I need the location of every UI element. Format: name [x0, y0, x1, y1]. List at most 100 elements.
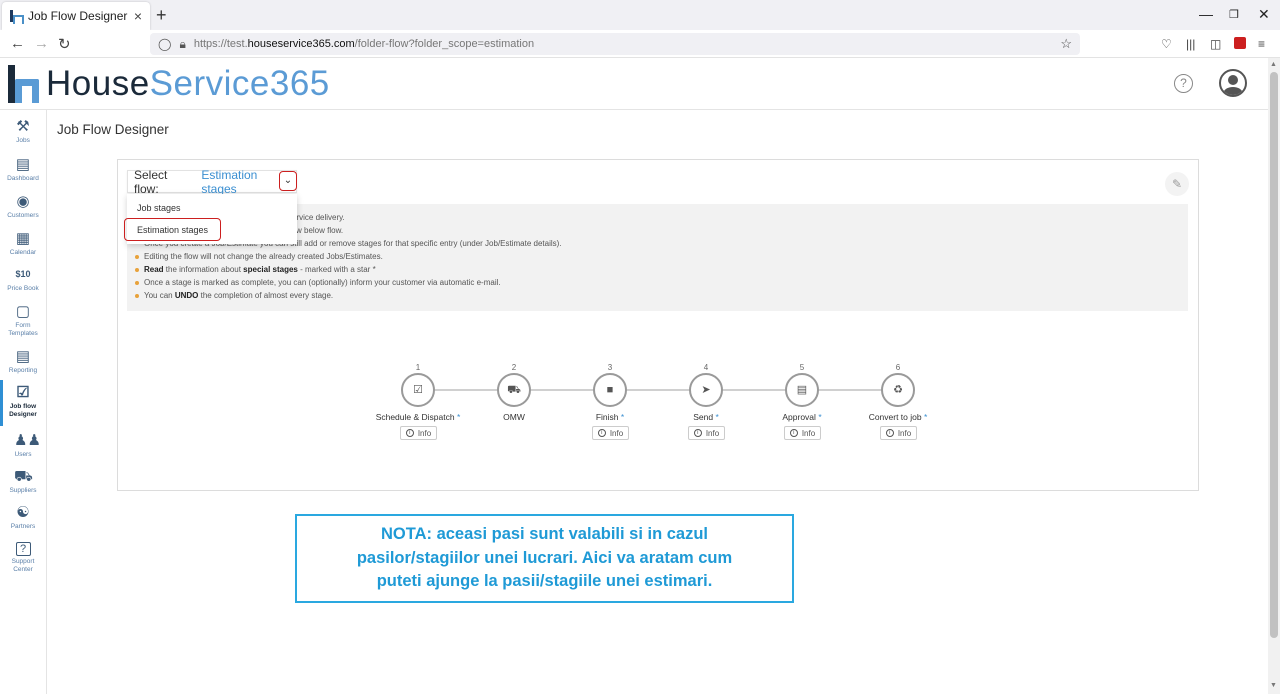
- back-icon[interactable]: ←: [10, 35, 25, 52]
- url-prefix: https://test.: [193, 38, 248, 50]
- logo[interactable]: HouseService365: [8, 64, 330, 104]
- stage-number: 4: [703, 363, 709, 372]
- browser-tab[interactable]: Job Flow Designer ×: [2, 2, 150, 30]
- users-icon: ♟♟: [14, 432, 41, 449]
- page-scrollbar[interactable]: ▲ ▼: [1268, 58, 1280, 694]
- user-avatar-icon[interactable]: [1219, 69, 1247, 97]
- bullet: [135, 255, 139, 259]
- stage-number: 5: [799, 363, 805, 372]
- chevron-down-icon[interactable]: ⌄: [279, 171, 297, 191]
- scroll-down-icon[interactable]: ▼: [1270, 682, 1277, 689]
- stage-info-button[interactable]: i Info: [592, 426, 629, 440]
- partners-icon: ☯: [16, 504, 30, 521]
- dropdown-option-job-stages[interactable]: Job stages: [137, 203, 181, 213]
- stage-info-button[interactable]: i Info: [880, 426, 917, 440]
- bar-chart-icon: ▤: [15, 156, 31, 173]
- bookmark-star-icon[interactable]: ☆: [1060, 36, 1072, 52]
- info-line: Once a stage is marked as complete, you …: [144, 278, 501, 287]
- edit-pencil-icon[interactable]: ✎: [1165, 172, 1189, 196]
- form-icon: ▢: [15, 303, 31, 320]
- url-path: /folder-flow?folder_scope=estimation: [354, 38, 535, 50]
- restore-icon[interactable]: ❐: [1229, 8, 1239, 21]
- note-callout: NOTA: aceasi pasi sunt valabili si in ca…: [295, 514, 794, 603]
- selected-option-highlight: [124, 218, 221, 241]
- sidebar-item-jobs[interactable]: ⚒ Jobs: [0, 118, 46, 145]
- sidebar: ⚒ Jobs ▤ Dashboard ◉ Customers ▦ Calendar $1…: [0, 110, 47, 694]
- sidebar-item-customers[interactable]: ◉ Customers: [0, 193, 46, 220]
- reload-icon[interactable]: ↻: [58, 35, 71, 53]
- tools-icon: ⚒: [16, 118, 30, 135]
- info-icon: i: [885, 429, 894, 437]
- scroll-up-icon[interactable]: ▲: [1270, 61, 1277, 68]
- calendar-icon: ▦: [15, 230, 31, 247]
- forward-icon[interactable]: →: [34, 35, 49, 52]
- flow-select-label: Select flow:: [134, 167, 168, 196]
- flow-icon: ☑: [16, 384, 30, 401]
- sidebar-item-dashboard[interactable]: ▤ Dashboard: [0, 156, 46, 183]
- stage-number: 1: [415, 363, 421, 372]
- recycle-icon[interactable]: ♻: [881, 373, 915, 407]
- address-bar[interactable]: ◯ 🔒︎ https://test. houseservice365.com/fo…: [150, 33, 1080, 55]
- browser-nav-bar: ← → ↻ ◯ 🔒︎ https://test. houseservice365.…: [0, 30, 1280, 58]
- info-icon: i: [405, 429, 414, 437]
- help-icon: ?: [15, 542, 31, 556]
- sidebar-item-suppliers[interactable]: ⛟ Suppliers: [0, 468, 46, 495]
- sidebar-item-job-flow-designer[interactable]: ☑ Job flow Designer: [0, 384, 46, 419]
- minimize-icon[interactable]: —: [1199, 6, 1213, 22]
- favicon-icon: [10, 10, 24, 24]
- browser-tab-bar: Job Flow Designer × + — ❐ ✕: [0, 0, 1280, 30]
- sidebar-toggle-icon[interactable]: ◫: [1210, 37, 1221, 51]
- lock-icon[interactable]: 🔒︎: [179, 37, 185, 52]
- flow-select[interactable]: Select flow: Estimation stages: [127, 167, 297, 196]
- info-line-undo: You can UNDO the completion of almost ev…: [144, 291, 334, 300]
- price-tag-icon: $10: [15, 269, 31, 279]
- new-tab-button[interactable]: +: [156, 5, 167, 26]
- url-domain: houseservice365.com: [247, 38, 355, 50]
- note-line: NOTA: aceasi pasi sunt valabili si in ca…: [380, 525, 709, 543]
- truck-icon: ⛟: [14, 468, 33, 485]
- sidebar-item-price-book[interactable]: $10 Price Book: [0, 266, 46, 293]
- info-line: Editing the flow will not change the alr…: [144, 252, 383, 261]
- logo-text: HouseService365: [46, 64, 330, 103]
- calendar-check-icon[interactable]: ☑: [401, 373, 435, 407]
- stage-info-button[interactable]: i Info: [400, 426, 437, 440]
- info-icon: i: [597, 429, 606, 437]
- document-icon[interactable]: ▤: [785, 373, 819, 407]
- paper-plane-icon[interactable]: ➤: [689, 373, 723, 407]
- menu-icon[interactable]: ≡: [1258, 37, 1265, 51]
- help-icon[interactable]: ?: [1174, 74, 1193, 93]
- window-close-icon[interactable]: ✕: [1258, 6, 1270, 23]
- stage-number: 2: [511, 363, 517, 372]
- pocket-icon[interactable]: ♡: [1161, 37, 1172, 51]
- stage-info-button[interactable]: i Info: [784, 426, 821, 440]
- library-icon[interactable]: |||: [1186, 37, 1195, 51]
- stage-connector-line: [419, 389, 899, 391]
- tab-title: Job Flow Designer: [28, 9, 128, 23]
- sidebar-item-users[interactable]: ♟♟ Users: [0, 432, 46, 459]
- stop-icon[interactable]: ■: [593, 373, 627, 407]
- stage-number: 3: [607, 363, 613, 372]
- shield-icon[interactable]: ◯: [158, 37, 171, 51]
- report-icon: ▤: [15, 348, 31, 365]
- stage-name: Convert to job *: [868, 412, 928, 422]
- info-line-special: Read the information about special stage…: [144, 265, 376, 274]
- bullet: [135, 268, 139, 272]
- sidebar-item-reporting[interactable]: ▤ Reporting: [0, 348, 46, 375]
- bullet: [135, 281, 139, 285]
- sidebar-item-support-center[interactable]: ? Support Center: [0, 542, 46, 574]
- scrollbar-thumb[interactable]: [1270, 72, 1278, 638]
- info-icon: i: [693, 429, 702, 437]
- truck-icon[interactable]: ⛟: [497, 373, 531, 407]
- app-header: HouseService365 ?: [0, 58, 1268, 110]
- sidebar-item-form-templates[interactable]: ▢ Form Templates: [0, 303, 46, 338]
- target-icon: ◉: [16, 193, 30, 210]
- page-title: Job Flow Designer: [57, 122, 169, 137]
- note-line: pasilor/stagiilor unei lucrari. Aici va …: [356, 548, 733, 567]
- stage-number: 6: [895, 363, 901, 372]
- stage-info-button[interactable]: i Info: [688, 426, 725, 440]
- flash-extension-icon[interactable]: [1234, 37, 1246, 49]
- sidebar-item-calendar[interactable]: ▦ Calendar: [0, 230, 46, 257]
- logo-mark-icon: [8, 65, 40, 103]
- sidebar-item-partners[interactable]: ☯ Partners: [0, 504, 46, 531]
- tab-close-icon[interactable]: ×: [134, 8, 142, 24]
